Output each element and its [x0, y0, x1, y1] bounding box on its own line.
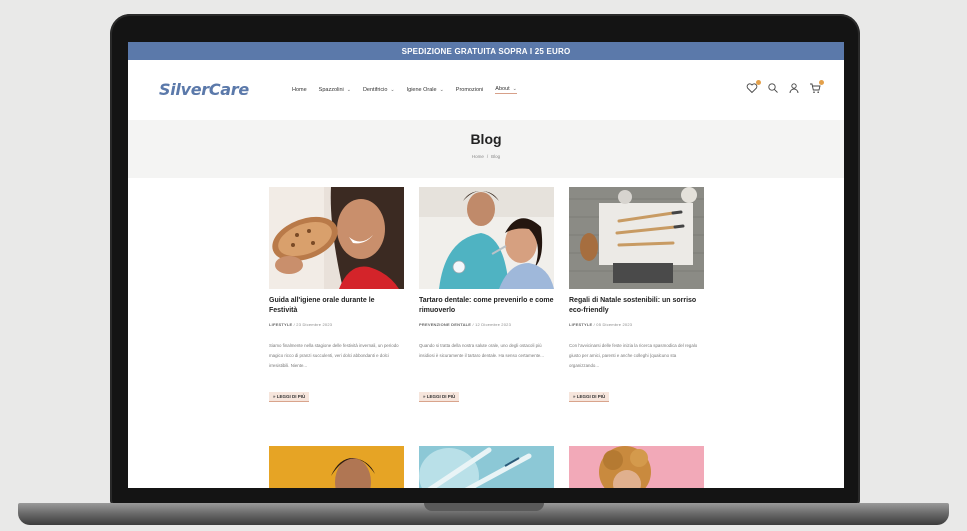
promo-bar: SPEDIZIONE GRATUITA SOPRA I 25 EURO — [128, 42, 844, 60]
cart-badge — [819, 80, 824, 85]
account-icon[interactable] — [788, 82, 800, 94]
main-nav: Home Spazzolini ⌄ Dentifricio ⌄ Igiene Ora… — [292, 86, 529, 94]
read-more-button[interactable]: » LEGGI DI PIÙ — [419, 392, 460, 402]
laptop-notch — [424, 503, 544, 511]
post-date: 05 Dicembre 2023 — [596, 322, 633, 327]
post-title[interactable]: Tartaro dentale: come prevenirlo e come … — [419, 296, 554, 318]
nav-label: Igiene Orale — [406, 87, 437, 93]
post-thumbnail-bamboo-toothbrushes[interactable] — [569, 187, 704, 289]
nav-item-promozioni[interactable]: Promozioni — [456, 86, 484, 94]
chevron-down-icon: ⌄ — [390, 87, 395, 93]
post-category[interactable]: LIFESTYLE — [269, 322, 292, 327]
post-meta: PREVENZIONE DENTALE / 12 Dicembre 2023 — [419, 322, 512, 327]
breadcrumb-separator: / — [486, 154, 489, 159]
chevron-down-icon: ⌄ — [346, 87, 351, 93]
post-meta: LIFESTYLE / 05 Dicembre 2023 — [569, 322, 633, 327]
nav-item-about[interactable]: About ⌄ — [495, 86, 517, 94]
post-title[interactable]: Guida all'igiene orale durante le Festiv… — [269, 296, 404, 318]
post-category[interactable]: PREVENZIONE DENTALE — [419, 322, 471, 327]
nav-item-dentifricio[interactable]: Dentifricio ⌄ — [363, 86, 395, 94]
post-thumbnail-woman-eating-bread[interactable] — [269, 187, 404, 289]
read-more-button[interactable]: » LEGGI DI PIÙ — [569, 392, 610, 402]
nav-label: Dentifricio — [362, 87, 388, 93]
page-title: Blog — [470, 131, 502, 147]
wishlist-badge — [756, 80, 761, 85]
nav-label: Promozioni — [455, 87, 484, 93]
chevron-down-icon: ⌄ — [512, 86, 517, 92]
post-excerpt: Con l'avvicinarsi delle feste inizia la … — [569, 343, 698, 368]
nav-label: Spazzolini — [318, 87, 344, 93]
post-excerpt: Quando si tratta della nostra salute ora… — [419, 343, 544, 358]
blog-post-grid-row-2 — [269, 446, 705, 488]
nav-item-spazzolini[interactable]: Spazzolini ⌄ — [319, 86, 351, 94]
post-thumbnail-woman-yellow-background[interactable] — [269, 446, 404, 488]
browser-screen: SPEDIZIONE GRATUITA SOPRA I 25 EURO Silv… — [128, 42, 844, 488]
breadcrumb: Home / Blog — [128, 154, 844, 159]
header-icons — [746, 80, 824, 94]
nav-item-igiene-orale[interactable]: Igiene Orale ⌄ — [407, 86, 444, 94]
cart-icon[interactable] — [809, 80, 824, 94]
post-meta: LIFESTYLE / 23 Dicembre 2023 — [269, 322, 333, 327]
blog-post-card: Tartaro dentale: come prevenirlo e come … — [419, 187, 554, 417]
page-title-band: Blog Home / Blog — [128, 120, 844, 178]
nav-item-home[interactable]: Home — [292, 86, 307, 94]
read-more-button[interactable]: » LEGGI DI PIÙ — [269, 392, 310, 402]
post-date: 23 Dicembre 2023 — [296, 322, 333, 327]
post-excerpt: Siamo finalmente nella stagione delle fe… — [269, 343, 399, 368]
blog-post-card: Guida all'igiene orale durante le Festiv… — [269, 187, 404, 417]
nav-label: Home — [292, 87, 307, 93]
post-category[interactable]: LIFESTYLE — [569, 322, 592, 327]
chevron-down-icon: ⌄ — [439, 87, 444, 93]
post-date: 12 Dicembre 2023 — [475, 322, 512, 327]
search-icon[interactable] — [767, 82, 779, 94]
post-thumbnail-dentist-patient[interactable] — [419, 187, 554, 289]
site-header: SilverCare Home Spazzolini ⌄ Dentifricio ⌄… — [128, 60, 844, 120]
blog-post-grid: Guida all'igiene orale durante le Festiv… — [269, 187, 705, 417]
promo-text: SPEDIZIONE GRATUITA SOPRA I 25 EURO — [401, 46, 571, 56]
blog-post-card: Regali di Natale sostenibili: un sorriso… — [569, 187, 704, 417]
nav-label: About — [495, 86, 510, 92]
wishlist-icon[interactable] — [746, 80, 761, 94]
post-title[interactable]: Regali di Natale sostenibili: un sorriso… — [569, 296, 704, 318]
breadcrumb-current: Blog — [491, 154, 501, 159]
post-thumbnail-toothbrushes-blue[interactable] — [419, 446, 554, 488]
post-thumbnail-woman-pink-background[interactable] — [569, 446, 704, 488]
brand-logo[interactable]: SilverCare — [159, 80, 249, 99]
breadcrumb-home[interactable]: Home — [472, 154, 484, 159]
